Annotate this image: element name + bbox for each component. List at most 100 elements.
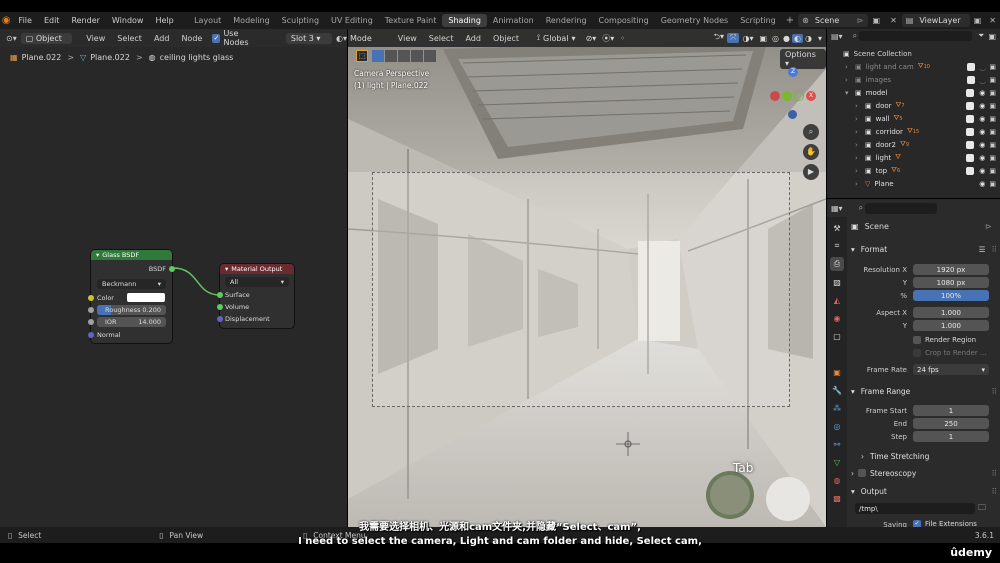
viewport-menu-add[interactable]: Add xyxy=(459,34,487,43)
expand-arrow-icon[interactable]: › xyxy=(855,128,863,136)
overlay-toggle-icon[interactable]: ⤧ xyxy=(727,33,740,43)
ior-input-socket[interactable] xyxy=(88,319,94,325)
expand-arrow-icon[interactable]: › xyxy=(855,115,863,123)
resolution-y-field[interactable]: 1080 px xyxy=(913,277,989,288)
resolution-x-field[interactable]: 1920 px xyxy=(913,264,989,275)
aspect-x-field[interactable]: 1.000 xyxy=(913,307,989,318)
texture-tab-icon[interactable]: ▩ xyxy=(830,491,844,505)
tab-uv-editing[interactable]: UV Editing xyxy=(325,14,379,27)
ior-field[interactable]: IOR 14.000 xyxy=(97,317,166,327)
tab-rendering[interactable]: Rendering xyxy=(540,14,593,27)
exclude-checkbox[interactable] xyxy=(966,153,975,162)
material-shading-icon[interactable]: ◐ xyxy=(792,33,803,43)
add-workspace-icon[interactable]: + xyxy=(782,15,798,26)
transform-orientation-dropdown[interactable]: ⟟ Global ▾ xyxy=(537,33,576,43)
surface-input-socket[interactable] xyxy=(217,292,223,298)
tab-geometry-nodes[interactable]: Geometry Nodes xyxy=(655,14,734,27)
render-camera-icon[interactable]: ▣ xyxy=(989,167,996,175)
view-layer-tab-icon[interactable]: ▨ xyxy=(830,275,844,289)
visibility-eye-icon[interactable]: ◉ xyxy=(979,115,985,123)
render-camera-icon[interactable]: ▣ xyxy=(989,76,996,84)
output-tab-icon[interactable]: ⎙ xyxy=(830,257,844,271)
select-box-icon[interactable]: ⬚ xyxy=(356,50,368,62)
exclude-checkbox[interactable] xyxy=(966,62,975,71)
menu-render[interactable]: Render xyxy=(65,16,105,25)
xray-icon[interactable]: ▣ xyxy=(756,34,770,43)
visibility-eye-icon[interactable]: ◉ xyxy=(979,128,985,136)
data-tab-icon[interactable]: ▽ xyxy=(830,455,844,469)
editor-type-icon[interactable]: ▦▾ xyxy=(831,204,843,213)
format-panel-header[interactable]: ▾ Format ☰ ⠿ xyxy=(851,242,997,256)
pin-icon[interactable]: ⊳ xyxy=(985,222,992,231)
overlays-icon[interactable]: ◑▾ xyxy=(739,34,756,43)
render-camera-icon[interactable]: ▣ xyxy=(989,180,996,188)
3d-viewport[interactable]: Mode View Select Add Object ⟟ Global ▾ ⊘… xyxy=(348,29,826,527)
crop-checkbox[interactable] xyxy=(913,349,921,357)
outliner-row[interactable]: › ▣ light and cam ⛛ 10 ‿ ▣ xyxy=(827,60,1000,73)
delete-view-layer-icon[interactable]: ✕ xyxy=(985,16,1000,25)
collapse-icon[interactable]: ▾ xyxy=(225,265,228,273)
glass-node-header[interactable]: ▾ Glass BSDF xyxy=(91,250,172,260)
zoom-icon[interactable]: ⌕ xyxy=(803,124,819,140)
z-axis-icon[interactable]: Z xyxy=(788,67,798,77)
time-stretching-panel-header[interactable]: › Time Stretching xyxy=(861,449,997,463)
pan-hand-icon[interactable]: ✋ xyxy=(803,144,819,160)
properties-search-input[interactable] xyxy=(865,202,938,214)
wireframe-shading-icon[interactable]: ◎ xyxy=(770,34,781,43)
gizmo-toggle-icon[interactable]: ⮌▾ xyxy=(711,31,727,45)
exclude-checkbox[interactable] xyxy=(966,127,975,136)
expand-arrow-icon[interactable]: › xyxy=(845,76,853,84)
render-camera-icon[interactable]: ▣ xyxy=(989,115,996,123)
outliner[interactable]: ▤▾ ⌕ ⏷ ▣ ▣ Scene Collection › ▣ light and … xyxy=(827,29,1000,198)
output-target-dropdown[interactable]: All ▾ xyxy=(225,277,289,287)
delete-scene-icon[interactable]: ✕ xyxy=(885,16,902,25)
selection-mode-extend-icon[interactable] xyxy=(385,50,397,62)
drag-handle-icon[interactable]: ⠿ xyxy=(992,387,998,396)
menu-window[interactable]: Window xyxy=(106,16,150,25)
snap-icon[interactable]: ⦿▾ xyxy=(602,33,614,44)
physics-tab-icon[interactable]: ◎ xyxy=(830,419,844,433)
normal-input-socket[interactable] xyxy=(88,332,94,338)
visibility-eye-icon[interactable]: ◉ xyxy=(979,154,985,162)
outliner-row[interactable]: › ▣ door ⛛ 7 ◉ ▣ xyxy=(827,99,1000,112)
bsdf-output-socket[interactable] xyxy=(169,266,175,272)
resolution-percent-field[interactable]: 100% xyxy=(913,290,989,301)
outliner-row[interactable]: › ▣ top ⛛ 6 ◉ ▣ xyxy=(827,164,1000,177)
viewport-menu-object[interactable]: Object xyxy=(487,34,525,43)
tab-modeling[interactable]: Modeling xyxy=(227,14,275,27)
presets-icon[interactable]: ☰ xyxy=(979,245,986,254)
tab-shading[interactable]: Shading xyxy=(442,14,487,27)
outliner-row[interactable]: › ▣ wall ⛛ 5 ◉ ▣ xyxy=(827,112,1000,125)
glass-bsdf-node[interactable]: ▾ Glass BSDF BSDF Beckmann ▾ Color Roughn… xyxy=(88,250,175,343)
modifier-tab-icon[interactable]: 🔧 xyxy=(830,383,844,397)
frame-range-panel-header[interactable]: ▾ Frame Range ⠿ xyxy=(851,384,997,398)
world-tab-icon[interactable]: ◉ xyxy=(830,311,844,325)
particles-tab-icon[interactable]: ⁂ xyxy=(830,401,844,415)
color-input-socket[interactable] xyxy=(88,295,94,301)
object-tab-icon[interactable]: ▣ xyxy=(830,365,844,379)
new-view-layer-icon[interactable]: ▣ xyxy=(970,16,986,25)
menu-edit[interactable]: Edit xyxy=(38,16,66,25)
view-layer-selector[interactable]: ▤ ViewLayer xyxy=(901,14,970,27)
render-region-option[interactable]: Render Region xyxy=(913,336,976,344)
outliner-root[interactable]: ▣ Scene Collection xyxy=(827,47,1000,60)
exclude-checkbox[interactable] xyxy=(966,88,975,97)
visibility-eye-icon[interactable]: ◉ xyxy=(979,167,985,175)
neg-x-axis-icon[interactable] xyxy=(770,91,780,101)
output-path-field[interactable]: /tmp\ xyxy=(855,503,975,514)
expand-arrow-icon[interactable]: › xyxy=(855,167,863,175)
navigation-gizmo[interactable]: Z X xyxy=(766,67,822,119)
tool-tab-icon[interactable]: ⚒ xyxy=(830,221,844,235)
render-camera-icon[interactable]: ▣ xyxy=(989,89,996,97)
crop-option[interactable]: Crop to Render ... xyxy=(913,349,987,357)
visibility-eye-icon[interactable]: ‿ xyxy=(980,76,986,84)
selection-mode-invert-icon[interactable] xyxy=(411,50,423,62)
stereoscopy-panel-header[interactable]: › Stereoscopy ⠿ xyxy=(851,466,997,480)
render-tab-icon[interactable]: ⌗ xyxy=(830,239,844,253)
pin-icon[interactable]: ⊳ xyxy=(857,16,864,25)
scene-tab-icon[interactable]: ◭ xyxy=(830,293,844,307)
render-camera-icon[interactable]: ▣ xyxy=(989,128,996,136)
outliner-row[interactable]: › ▣ door2 ⛛ 9 ◉ ▣ xyxy=(827,138,1000,151)
drag-handle-icon[interactable]: ⠿ xyxy=(992,245,998,254)
outliner-search-input[interactable] xyxy=(859,31,973,41)
